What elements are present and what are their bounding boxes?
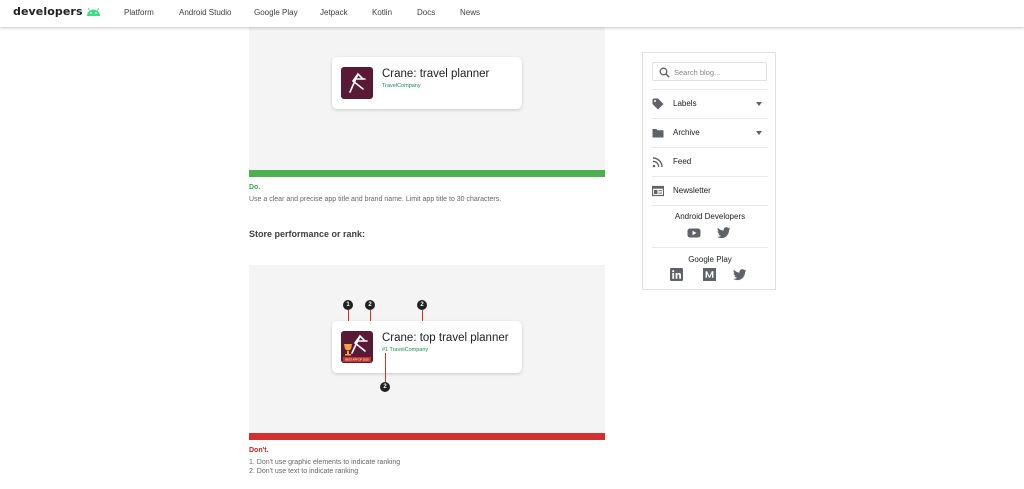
do-caption: Use a clear and precise app title and br… xyxy=(249,196,502,203)
section-heading: Store performance or rank: xyxy=(249,229,366,239)
twitter-icon[interactable] xyxy=(717,227,731,239)
nav-platform[interactable]: Platform xyxy=(124,8,154,17)
marker-line xyxy=(385,353,386,382)
crane-app-icon: BEST APP OF 2019 xyxy=(341,331,373,363)
chevron-down-icon xyxy=(756,102,762,106)
example-image-dont: 1 2 2 BEST APP OF 2019 Crane: top travel… xyxy=(249,265,605,433)
sidebar-item-label: Labels xyxy=(673,99,697,108)
developer-name: TravelCompany xyxy=(382,83,421,89)
dont-caption-1: 1. Don't use graphic elements to indicat… xyxy=(249,459,401,466)
logo-text: developers xyxy=(13,5,83,18)
twitter-icon[interactable] xyxy=(733,269,747,281)
sidebar-item-newsletter[interactable]: Newsletter xyxy=(643,177,777,205)
app-title: Crane: top travel planner xyxy=(382,332,509,344)
chevron-down-icon xyxy=(756,131,762,135)
newsletter-icon xyxy=(652,185,664,197)
do-bar xyxy=(249,170,605,177)
youtube-icon[interactable] xyxy=(687,227,701,239)
crane-app-icon xyxy=(341,67,373,99)
marker-1: 1 xyxy=(343,300,353,310)
marker-2c: 2 xyxy=(380,382,390,392)
google-play-title: Google Play xyxy=(688,255,732,264)
android-logo-icon xyxy=(86,7,100,16)
linkedin-icon[interactable] xyxy=(670,268,683,281)
top-nav: developers Platform Android Studio Googl… xyxy=(0,0,1024,27)
nav-android-studio[interactable]: Android Studio xyxy=(179,8,231,17)
sidebar-item-labels[interactable]: Labels xyxy=(643,90,777,118)
dont-caption-2: 2. Don't use text to indicate ranking xyxy=(249,468,359,475)
dont-label: Don't. xyxy=(249,447,269,454)
folder-icon xyxy=(652,129,664,138)
nav-jetpack[interactable]: Jetpack xyxy=(320,8,348,17)
sidebar-item-label: Feed xyxy=(673,157,692,166)
marker-2b: 2 xyxy=(417,300,427,310)
divider xyxy=(652,205,768,206)
app-listing-card: Crane: travel planner TravelCompany xyxy=(332,57,522,109)
svg-text:BEST APP OF 2019: BEST APP OF 2019 xyxy=(345,358,369,362)
sidebar-item-label: Archive xyxy=(673,128,700,137)
app-title: Crane: travel planner xyxy=(382,68,490,80)
sidebar-item-feed[interactable]: Feed xyxy=(643,148,777,176)
dont-bar xyxy=(249,433,605,440)
do-label: Do. xyxy=(249,184,261,191)
marker-2a: 2 xyxy=(365,300,375,310)
developers-logo[interactable]: developers xyxy=(13,5,101,18)
app-listing-card: BEST APP OF 2019 Crane: top travel plann… xyxy=(332,321,522,373)
tag-icon xyxy=(652,98,664,110)
android-developers-title: Android Developers xyxy=(674,212,746,221)
nav-docs[interactable]: Docs xyxy=(417,8,435,17)
nav-google-play[interactable]: Google Play xyxy=(254,8,298,17)
sidebar-item-archive[interactable]: Archive xyxy=(643,119,777,147)
blog-sidebar: Search blog... Labels Archive Feed Newsl… xyxy=(642,52,776,290)
sidebar-item-label: Newsletter xyxy=(673,186,711,195)
example-image-do: Crane: travel planner TravelCompany xyxy=(249,27,605,170)
nav-news[interactable]: News xyxy=(460,8,480,17)
divider xyxy=(652,247,768,248)
search-input[interactable]: Search blog... xyxy=(652,62,767,81)
search-icon xyxy=(659,67,670,78)
nav-kotlin[interactable]: Kotlin xyxy=(372,8,392,17)
medium-icon[interactable] xyxy=(703,268,716,281)
developer-name: #1 TravelCompany xyxy=(382,347,429,353)
search-placeholder: Search blog... xyxy=(674,68,721,77)
rss-icon xyxy=(652,157,663,168)
